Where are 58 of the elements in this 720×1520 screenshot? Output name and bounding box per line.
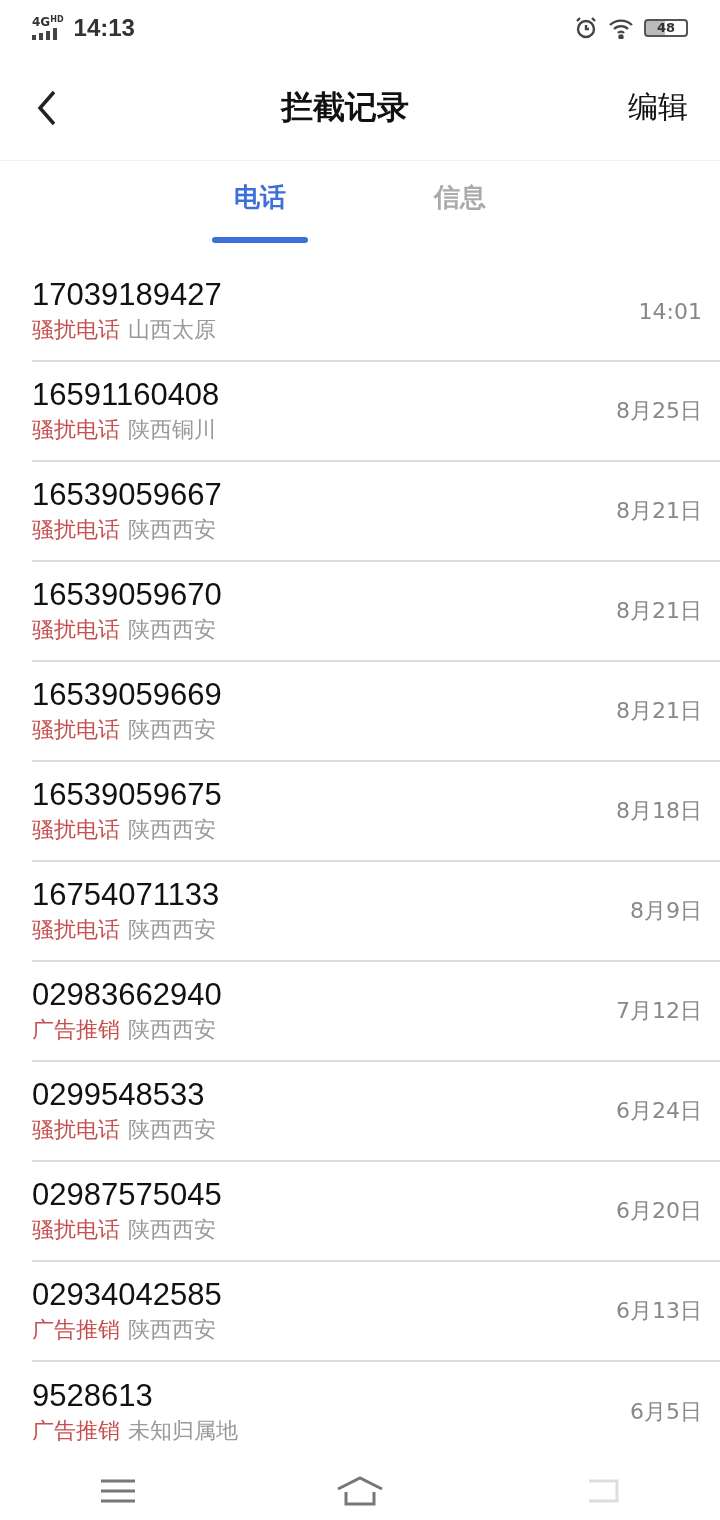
caller-location: 陕西铜川 xyxy=(128,416,216,445)
caller-location: 陕西西安 xyxy=(128,716,216,745)
caller-location: 陕西西安 xyxy=(128,1116,216,1145)
call-date: 8月9日 xyxy=(630,897,702,926)
menu-button[interactable] xyxy=(100,1479,135,1504)
caller-location: 陕西西安 xyxy=(128,1016,216,1045)
block-category: 骚扰电话 xyxy=(32,316,120,345)
block-category: 骚扰电话 xyxy=(32,716,120,745)
battery-indicator: 48 xyxy=(644,18,688,37)
block-category: 广告推销 xyxy=(32,1417,120,1446)
caller-location: 陕西西安 xyxy=(128,916,216,945)
phone-number: 17039189427 xyxy=(32,277,222,314)
block-category: 骚扰电话 xyxy=(32,1116,120,1145)
block-category: 广告推销 xyxy=(32,1316,120,1345)
caller-location: 未知归属地 xyxy=(128,1417,238,1446)
call-date: 8月18日 xyxy=(616,797,702,826)
phone-number: 16539059675 xyxy=(32,777,222,814)
phone-number: 16591160408 xyxy=(32,377,220,414)
phone-number: 16539059669 xyxy=(32,677,222,714)
edit-button[interactable]: 编辑 xyxy=(628,87,688,129)
caller-location: 陕西西安 xyxy=(128,816,216,845)
call-date: 8月21日 xyxy=(616,497,702,526)
call-date: 6月13日 xyxy=(616,1297,702,1326)
alarm-clock-icon xyxy=(574,15,598,40)
block-category: 骚扰电话 xyxy=(32,816,120,845)
call-date: 8月21日 xyxy=(616,697,702,726)
home-button[interactable] xyxy=(336,1476,384,1507)
caller-location: 陕西西安 xyxy=(128,516,216,545)
call-date: 6月20日 xyxy=(616,1197,702,1226)
phone-number: 02983662940 xyxy=(32,977,222,1014)
call-date: 8月21日 xyxy=(616,597,702,626)
phone-number: 02934042585 xyxy=(32,1277,222,1314)
phone-number: 0299548533 xyxy=(32,1077,206,1114)
phone-number: 16754071133 xyxy=(32,877,220,914)
block-category: 骚扰电话 xyxy=(32,916,120,945)
phone-number: 16539059670 xyxy=(32,577,222,614)
caller-location: 山西太原 xyxy=(128,316,216,345)
block-category: 广告推销 xyxy=(32,1016,120,1045)
signal-icon xyxy=(32,27,58,40)
block-category: 骚扰电话 xyxy=(32,1216,120,1245)
tab[interactable]: 电话 xyxy=(205,160,315,263)
block-category: 骚扰电话 xyxy=(32,416,120,445)
block-category: 骚扰电话 xyxy=(32,516,120,545)
phone-number: 02987575045 xyxy=(32,1177,222,1214)
phone-number: 16539059667 xyxy=(32,477,222,514)
caller-location: 陕西西安 xyxy=(128,1216,216,1245)
block-category: 骚扰电话 xyxy=(32,616,120,645)
call-date: 6月24日 xyxy=(616,1097,702,1126)
caller-location: 陕西西安 xyxy=(128,616,216,645)
call-date: 6月5日 xyxy=(630,1398,702,1427)
caller-location: 陕西西安 xyxy=(128,1316,216,1345)
call-date: 8月25日 xyxy=(616,397,702,426)
call-date: 14:01 xyxy=(638,298,702,324)
call-date: 7月12日 xyxy=(616,997,702,1026)
phone-number: 9528613 xyxy=(32,1378,154,1415)
wifi-icon xyxy=(608,16,634,39)
status-time: 14:13 xyxy=(73,13,135,42)
page-title: 拦截记录 xyxy=(281,86,409,128)
